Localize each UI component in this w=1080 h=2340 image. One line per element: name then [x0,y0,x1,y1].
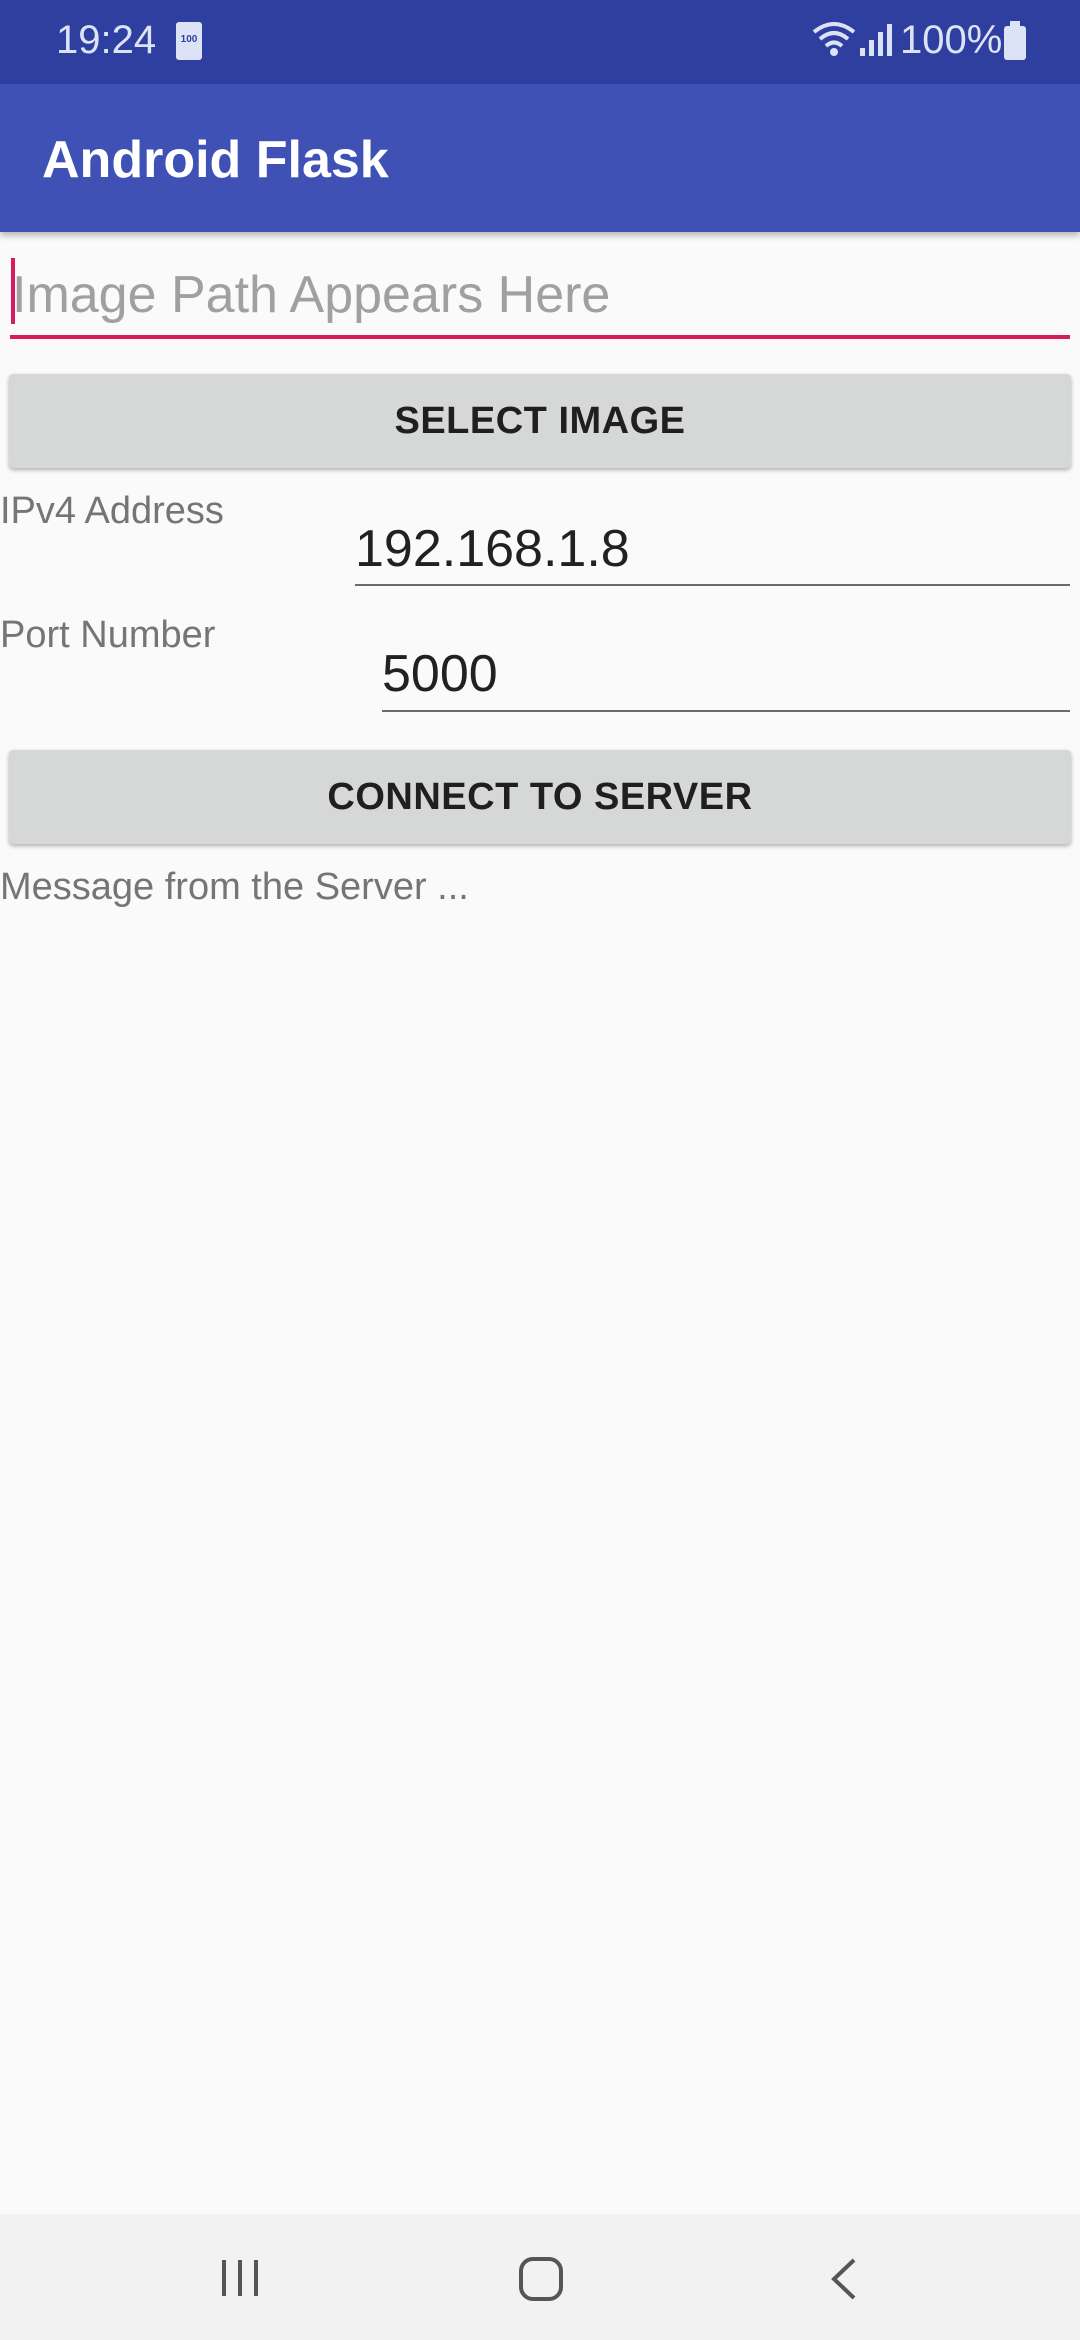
home-icon[interactable] [518,2256,564,2302]
app-bar: Android Flask [0,84,1080,232]
server-message: Message from the Server ... [0,866,469,908]
battery-saver-label: 100 [180,34,198,45]
ipv4-field[interactable] [355,514,1070,586]
battery-icon [1004,21,1026,60]
port-field[interactable] [382,638,1070,712]
battery-saver-icon: 100 [176,22,202,60]
status-bar: 19:24 100 100% [0,0,1080,84]
app-title: Android Flask [42,131,389,189]
connect-to-server-button[interactable]: CONNECT TO SERVER [9,750,1071,844]
recent-apps-icon[interactable] [218,2258,262,2298]
select-image-button[interactable]: SELECT IMAGE [9,374,1071,468]
back-icon[interactable] [826,2256,862,2302]
battery-percent: 100% [900,18,1003,62]
wifi-icon [812,22,856,56]
signal-icon [860,24,892,56]
text-cursor [11,258,15,324]
status-time: 19:24 [56,18,157,62]
ipv4-label: IPv4 Address [0,490,224,532]
image-path-field[interactable] [10,255,1070,339]
navigation-bar [0,2214,1080,2340]
port-label: Port Number [0,614,216,656]
